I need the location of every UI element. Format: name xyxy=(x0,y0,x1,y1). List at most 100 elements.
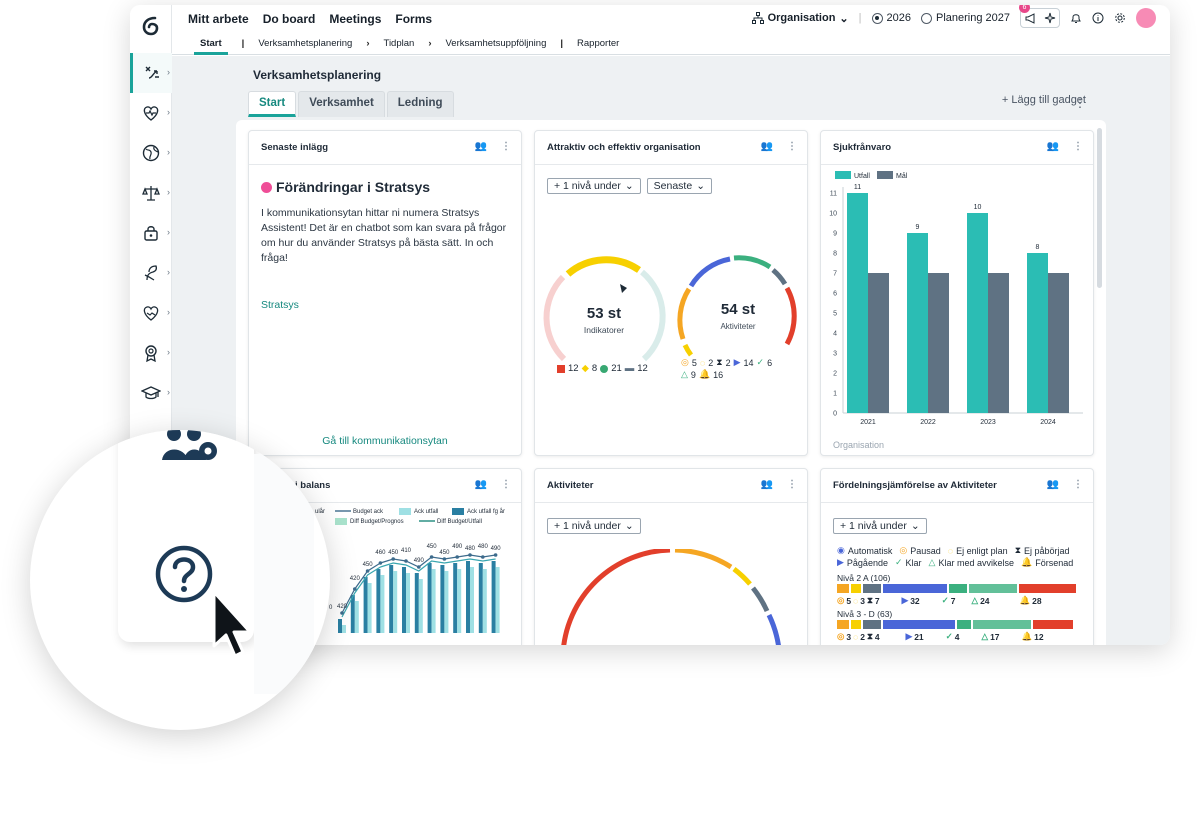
in-progress-icon: ▶ xyxy=(733,357,741,367)
more-menu-icon[interactable]: ⋮ xyxy=(787,141,797,152)
gear-icon[interactable] xyxy=(1114,12,1126,24)
group-icon[interactable]: 👥 xyxy=(761,479,773,490)
bar-segment[interactable] xyxy=(1019,584,1076,593)
planning-radio-2027[interactable]: Planering 2027 xyxy=(920,12,1010,24)
legend-label: Diff Budget/Prognos xyxy=(350,519,404,525)
post-source-link[interactable]: Stratsys xyxy=(261,299,299,311)
nav-meetings[interactable]: Meetings xyxy=(329,12,381,26)
bar-segment[interactable] xyxy=(883,584,947,593)
count: 4 xyxy=(874,631,880,642)
count: 21 xyxy=(914,631,924,642)
period-dropdown[interactable]: Senaste ⌄ xyxy=(646,178,712,194)
sidebar-item-security[interactable]: › xyxy=(130,213,172,253)
group-icon[interactable]: 👥 xyxy=(1047,479,1059,490)
nav-mitt-arbete[interactable]: Mitt arbete xyxy=(188,12,249,26)
post-title[interactable]: Förändringar i Stratsys xyxy=(261,179,430,195)
ai-sparkle-icon[interactable] xyxy=(1044,12,1056,24)
bar-segment[interactable] xyxy=(883,620,955,629)
more-menu-icon[interactable]: ⋮ xyxy=(1073,479,1083,490)
bar-segment[interactable] xyxy=(863,584,881,593)
not-on-plan-icon: ◌ xyxy=(699,357,706,368)
card-header: Sjukfrånvaro 👥 ⋮ xyxy=(821,131,1093,165)
gauge-label: Indikatorer xyxy=(584,325,624,335)
scrollbar[interactable] xyxy=(1097,128,1102,288)
level1-label: Nivå 2 A (106) xyxy=(837,573,891,583)
legend-label: Diff Budget/Utfall xyxy=(437,519,482,525)
hourglass-icon: ⧗ xyxy=(716,357,723,367)
tab-verksamhet[interactable]: Verksamhet xyxy=(298,91,385,117)
level-dropdown[interactable]: + 1 nivå under ⌄ xyxy=(547,518,641,534)
bar-segment[interactable] xyxy=(949,584,967,593)
sick-leave-chart: Utfall Mål 0 1 2 3 4 5 6 7 8 9 10 11 11 2021 9 2022 10 2023… xyxy=(829,171,1083,426)
level-dropdown[interactable]: + 1 nivå under ⌄ xyxy=(547,178,641,194)
level-dropdown[interactable]: + 1 nivå under ⌄ xyxy=(833,518,927,534)
sidebar-item-justice[interactable]: › xyxy=(130,173,172,213)
bar-segment[interactable] xyxy=(863,620,881,629)
bar-mal xyxy=(988,273,1009,413)
info-icon[interactable] xyxy=(1092,12,1104,24)
bar-segment[interactable] xyxy=(1033,620,1073,629)
subnav-rapporter[interactable]: Rapporter xyxy=(577,38,619,49)
planning-2027-label: Planering 2027 xyxy=(935,12,1010,24)
paused-icon: ◎ xyxy=(899,545,908,555)
subnav-verksamhetsplanering[interactable]: Verksamhetsplanering xyxy=(258,38,352,49)
sidebar-item-education[interactable]: › xyxy=(130,373,172,413)
bar-segment[interactable] xyxy=(969,584,1017,593)
zoom-magnifier xyxy=(30,430,330,730)
bar-segment[interactable] xyxy=(957,620,971,629)
subnav-verksamhetsuppfoljning[interactable]: Verksamhetsuppföljning xyxy=(445,38,546,49)
sidebar-item-award[interactable]: › xyxy=(130,333,172,373)
group-icon[interactable]: 👥 xyxy=(761,141,773,152)
more-menu-icon[interactable]: ⋮ xyxy=(1073,141,1083,152)
tab-start[interactable]: Start xyxy=(248,91,297,117)
bar-ack-utfall xyxy=(380,575,385,633)
delayed-bell-icon: 🔔 xyxy=(1021,631,1033,641)
legend-swatch xyxy=(335,518,347,525)
more-menu-icon[interactable]: ⋮ xyxy=(1074,96,1086,110)
avatar[interactable] xyxy=(1136,8,1156,28)
communication-link[interactable]: Gå till kommunikationsytan xyxy=(249,435,521,447)
bar-segment[interactable] xyxy=(851,584,861,593)
sidebar-item-growth[interactable]: › xyxy=(130,253,172,293)
more-menu-icon[interactable]: ⋮ xyxy=(501,141,511,152)
more-menu-icon[interactable]: ⋮ xyxy=(787,479,797,490)
radio-selected-icon xyxy=(871,12,883,24)
count: 24 xyxy=(980,595,990,606)
bar-ack-utfall-fg xyxy=(338,619,342,633)
bell-icon[interactable] xyxy=(1070,12,1082,24)
chart-footer: Organisation xyxy=(833,440,885,450)
bar-segment[interactable] xyxy=(973,620,1031,629)
nav-forms[interactable]: Forms xyxy=(395,12,432,26)
delayed-bell-icon: 🔔 xyxy=(1019,595,1031,605)
organisation-selector[interactable]: Organisation ⌄ xyxy=(751,12,849,25)
group-icon[interactable]: 👥 xyxy=(475,141,487,152)
more-menu-icon[interactable]: ⋮ xyxy=(501,479,511,490)
bar-segment[interactable] xyxy=(851,620,861,629)
legend-swatch xyxy=(835,171,851,179)
sidebar-item-cooperation[interactable]: › xyxy=(130,293,172,333)
stratsys-logo[interactable] xyxy=(140,15,162,37)
sidebar-item-strategy[interactable]: › xyxy=(130,53,172,93)
legend-value: 14 xyxy=(743,357,754,368)
bar-segment[interactable] xyxy=(837,620,849,629)
sidebar-item-health[interactable]: › xyxy=(130,93,172,133)
megaphone-icon[interactable] xyxy=(1025,12,1037,24)
help-icon[interactable] xyxy=(154,544,214,604)
group-icon[interactable]: 👥 xyxy=(1047,141,1059,152)
chevron-right-icon: › xyxy=(167,227,170,237)
year-radio-2026[interactable]: 2026 xyxy=(871,12,911,24)
sidebar-item-environment[interactable]: › xyxy=(130,133,172,173)
level2-label: Nivå 3 - D (63) xyxy=(837,609,893,619)
bar-segment[interactable] xyxy=(837,584,849,593)
indicator-gauge: 53 st Indikatorer xyxy=(543,256,666,362)
tab-ledning[interactable]: Ledning xyxy=(386,91,454,117)
subnav-start[interactable]: Start xyxy=(194,38,228,55)
group-icon[interactable]: 👥 xyxy=(475,479,487,490)
card-title: Sjukfrånvaro xyxy=(833,142,892,153)
lock-icon xyxy=(144,226,158,241)
card-title: Aktiviteter xyxy=(547,480,594,491)
data-label: 490 xyxy=(491,546,502,552)
subnav-tidplan[interactable]: Tidplan xyxy=(384,38,415,49)
nav-do-board[interactable]: Do board xyxy=(263,12,316,26)
admin-settings-icon[interactable] xyxy=(162,430,222,464)
